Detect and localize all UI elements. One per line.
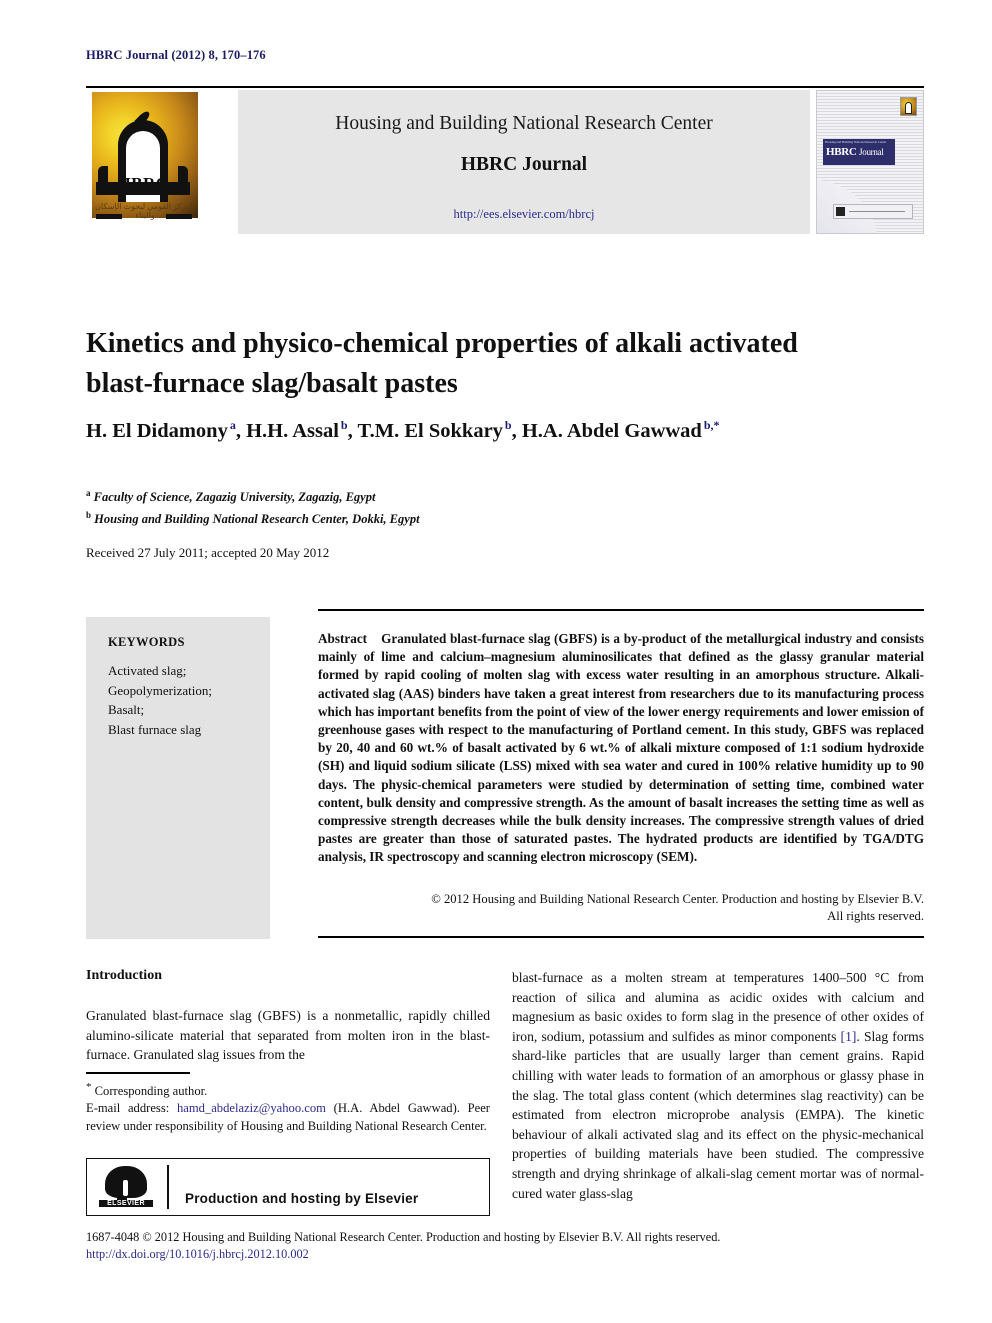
copyright-line-1: © 2012 Housing and Building National Res… xyxy=(431,892,924,906)
keywords-heading: KEYWORDS xyxy=(108,635,185,649)
cover-footer-strip xyxy=(833,204,913,219)
copyright-line-2: All rights reserved. xyxy=(827,909,924,923)
abstract-label: Abstract xyxy=(318,631,368,646)
affiliation-marker: a xyxy=(86,488,91,498)
cover-title-band: Housing and Building National Research C… xyxy=(823,139,895,165)
author-affiliation-marker: b,* xyxy=(703,418,720,432)
body-column-right: blast-furnace as a molten stream at temp… xyxy=(512,968,924,1203)
article-title: Kinetics and physico-chemical properties… xyxy=(86,327,798,399)
author-affiliation-marker: b xyxy=(340,418,348,432)
intro-right-part2: . Slag forms shard-like particles that a… xyxy=(512,1028,925,1201)
hbrc-logo: HBRC المركز القومي لبحوث الإسكان والبناء xyxy=(86,90,234,234)
abstract-copyright: © 2012 Housing and Building National Res… xyxy=(318,891,924,925)
intro-paragraph-left: Granulated blast-furnace slag (GBFS) is … xyxy=(86,1008,490,1063)
keyword-item: Geopolymerization; xyxy=(108,682,212,698)
footnote-divider xyxy=(86,1072,190,1074)
journal-url-link[interactable]: http://ees.elsevier.com/hbrcj xyxy=(238,207,810,222)
journal-cover-thumbnail: Housing and Building National Research C… xyxy=(816,90,924,234)
cover-journal-word: Journal xyxy=(859,147,884,157)
cover-publisher-text: Housing and Building National Research C… xyxy=(825,140,887,144)
corresponding-author-label: Corresponding author. xyxy=(94,1083,208,1098)
cover-journal-acronym: HBRC xyxy=(826,146,857,158)
keyword-item: Basalt; xyxy=(108,702,145,717)
email-link[interactable]: hamd_abdelaziz@yahoo.com xyxy=(177,1101,326,1115)
production-box-divider xyxy=(167,1165,169,1209)
abstract-body: Granulated blast-furnace slag (GBFS) is … xyxy=(318,631,924,865)
hbrc-logo-acronym: HBRC xyxy=(117,174,169,193)
affiliation-item: b Housing and Building National Research… xyxy=(86,506,786,528)
production-hosting-text: Production and hosting by Elsevier xyxy=(185,1191,419,1206)
citation-reference-1[interactable]: [1] xyxy=(841,1029,857,1044)
journal-masthead: HBRC المركز القومي لبحوث الإسكان والبناء… xyxy=(86,86,924,234)
section-heading-introduction: Introduction xyxy=(86,968,162,983)
body-column-left: Introduction Granulated blast-furnace sl… xyxy=(86,968,490,1065)
footnote-block: * Corresponding author. E-mail address: … xyxy=(86,1072,490,1135)
paper-page: HBRC Journal (2012) 8, 170–176 HBRC المر… xyxy=(0,0,992,1323)
elsevier-figure-icon xyxy=(123,1180,128,1196)
email-owner: (H.A. Abdel Gawwad). xyxy=(333,1101,460,1116)
intro-paragraph-right: blast-furnace as a molten stream at temp… xyxy=(512,968,924,1203)
page-footer: 1687-4048 © 2012 Housing and Building Na… xyxy=(86,1229,924,1263)
author-name: H.A. Abdel Gawwad xyxy=(521,419,702,442)
corresponding-author-marker: * xyxy=(86,1080,92,1093)
received-accepted-date: Received 27 July 2011; accepted 20 May 2… xyxy=(86,545,330,560)
author-name: H.H. Assal xyxy=(246,419,339,442)
hbrc-logo-arabic-caption: المركز القومي لبحوث الإسكان والبناء xyxy=(95,202,195,220)
running-head: HBRC Journal (2012) 8, 170–176 xyxy=(86,48,266,62)
production-hosting-box: ELSEVIER Production and hosting by Elsev… xyxy=(86,1158,490,1216)
author-list: H. El Didamony a, H.H. Assal b, T.M. El So… xyxy=(86,418,720,442)
masthead-center-panel: Housing and Building National Research C… xyxy=(238,90,810,234)
affiliation-item: a Faculty of Science, Zagazig University… xyxy=(86,484,786,506)
email-label: E-mail address: xyxy=(86,1101,170,1116)
abstract-top-rule xyxy=(318,609,924,611)
author-affiliation-marker: a xyxy=(229,418,236,432)
keywords-box: KEYWORDS Activated slag; Geopolymerizati… xyxy=(86,617,270,939)
author-affiliation-marker: b xyxy=(504,418,512,432)
elsevier-logo: ELSEVIER xyxy=(97,1164,155,1212)
author-name: T.M. El Sokkary xyxy=(357,419,503,442)
issn-copyright-line: 1687-4048 © 2012 Housing and Building Na… xyxy=(86,1230,721,1244)
masthead-top-rule xyxy=(86,86,924,88)
affiliation-list: a Faculty of Science, Zagazig University… xyxy=(86,484,786,528)
abstract-bottom-rule xyxy=(318,936,924,938)
cover-hbrc-logo-icon xyxy=(900,97,917,116)
cover-journal-title: HBRC Journal xyxy=(826,146,884,158)
keyword-item: Blast furnace slag xyxy=(108,721,202,737)
publisher-name: Housing and Building National Research C… xyxy=(335,113,713,134)
affiliation-text: Faculty of Science, Zagazig University, … xyxy=(93,490,376,505)
footnote-text: * Corresponding author. E-mail address: … xyxy=(86,1079,490,1135)
elsevier-wordmark: ELSEVIER xyxy=(99,1200,153,1207)
affiliation-marker: b xyxy=(86,510,92,521)
abstract-text: Abstract Granulated blast-furnace slag (G… xyxy=(318,630,924,867)
keyword-item: Activated slag; xyxy=(108,663,187,678)
keywords-list: Activated slag; Geopolymerization; Basal… xyxy=(108,661,212,739)
journal-name: HBRC Journal xyxy=(460,154,588,175)
author-name: H. El Didamony xyxy=(86,419,228,442)
affiliation-text: Housing and Building National Research C… xyxy=(94,512,420,527)
doi-link[interactable]: http://dx.doi.org/10.1016/j.hbrcj.2012.1… xyxy=(86,1246,924,1263)
